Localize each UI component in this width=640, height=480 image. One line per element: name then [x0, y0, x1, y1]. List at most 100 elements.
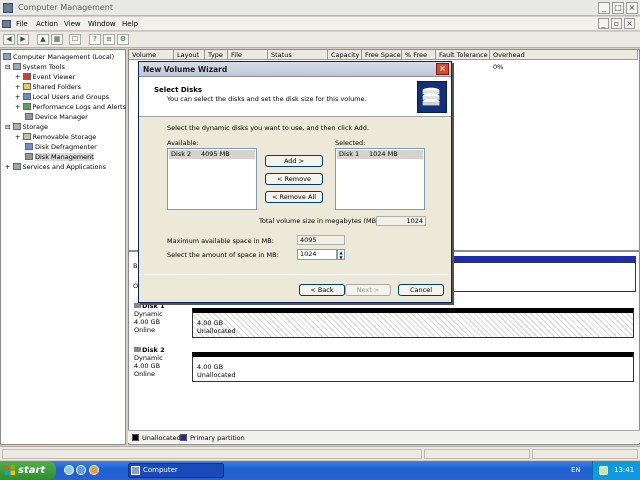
hidden-volume-box[interactable] [452, 262, 636, 292]
shared-folder-icon [22, 83, 31, 90]
disk-stack-icon [417, 81, 447, 113]
close-button[interactable]: × [626, 2, 638, 14]
amount-label: Select the amount of space in MB: [167, 251, 279, 259]
total-size-label: Total volume size in megabytes (MB): [259, 217, 381, 225]
available-label: Available: [167, 139, 199, 147]
tree-item-disk-management[interactable]: Disk Management [25, 153, 94, 161]
tree-item-computer-management[interactable]: Computer Management (Local) [3, 53, 114, 61]
column-header-status[interactable]: Status [268, 50, 328, 60]
menu-action[interactable]: Action [36, 20, 58, 28]
disk-2-status: Online [134, 370, 155, 378]
menu-view[interactable]: View [64, 20, 81, 28]
column-header-file-system[interactable]: File System [228, 50, 268, 69]
disk-2-type: Dynamic [134, 354, 163, 362]
available-disks-list[interactable]: Disk 2 4095 MB [167, 148, 257, 210]
column-header-overhead[interactable]: Overhead [490, 50, 638, 60]
column-header-percent-free[interactable]: % Free [402, 50, 436, 60]
wizard-divider [139, 274, 451, 275]
tree-item-system-tools[interactable]: ⊟ System Tools [5, 63, 65, 71]
selected-disks-list[interactable]: Disk 1 1024 MB [335, 148, 425, 210]
spin-down-icon[interactable]: ▼ [338, 255, 344, 260]
tree-item-shared-folders[interactable]: + Shared Folders [15, 83, 81, 91]
menu-help[interactable]: Help [122, 20, 138, 28]
disk-2-unallocated-partition[interactable]: 4.00 GB Unallocated [192, 352, 634, 382]
remove-button[interactable]: < Remove [265, 173, 323, 185]
disk-2-size: 4.00 GB [134, 362, 161, 370]
console-tree: Computer Management (Local) ⊟ System Too… [0, 49, 126, 445]
taskbar-item-computer-management[interactable]: Computer Management [128, 463, 224, 480]
menu-file[interactable]: File [16, 20, 28, 28]
available-disk-item[interactable]: Disk 2 4095 MB [169, 150, 255, 159]
users-icon [22, 93, 31, 100]
language-indicator[interactable]: EN [571, 466, 581, 474]
available-disk-name: Disk 2 [171, 150, 192, 158]
column-header-type[interactable]: Type [205, 50, 228, 60]
wizard-header-subtitle: You can select the disks and set the dis… [167, 95, 367, 103]
tree-item-event-viewer[interactable]: + Event Viewer [15, 73, 75, 81]
tree-item-storage[interactable]: ⊟ Storage [5, 123, 48, 131]
column-header-volume[interactable]: Volume [129, 50, 174, 60]
wizard-title-bar[interactable]: New Volume Wizard × [139, 62, 451, 77]
column-header-free-space[interactable]: Free Space [362, 50, 402, 60]
menu-window[interactable]: Window [88, 20, 116, 28]
column-header-capacity[interactable]: Capacity [328, 50, 362, 60]
total-size-value: 1024 [376, 216, 426, 226]
properties-icon[interactable]: ☐ [69, 34, 81, 45]
cancel-button[interactable]: Cancel [398, 284, 444, 296]
tree-item-device-manager[interactable]: Device Manager [25, 113, 88, 121]
start-button[interactable]: start [0, 461, 56, 480]
tree-item-removable-storage[interactable]: + Removable Storage [15, 133, 96, 141]
maximize-button[interactable]: □ [612, 2, 624, 14]
settings-icon[interactable]: ⚙ [117, 34, 129, 45]
legend-unallocated-label: Unallocated [142, 434, 181, 442]
forward-arrow-icon[interactable]: ▶ [17, 34, 29, 45]
back-arrow-icon[interactable]: ◀ [3, 34, 15, 45]
up-folder-icon[interactable]: ▲ [37, 34, 49, 45]
disk-1-unallocated-partition[interactable]: 4.00 GB Unallocated [192, 308, 634, 338]
help-icon[interactable]: ? [89, 34, 101, 45]
legend-primary-swatch [180, 434, 187, 441]
wizard-header-title: Select Disks [154, 86, 203, 94]
internet-explorer-icon[interactable] [76, 465, 86, 475]
selected-label: Selected: [335, 139, 366, 147]
next-button[interactable]: Next > [345, 284, 391, 296]
show-desktop-icon[interactable] [64, 465, 74, 475]
tree-item-disk-defragmenter[interactable]: Disk Defragmenter [25, 143, 97, 151]
child-minimize-button[interactable]: _ [598, 18, 609, 29]
legend-unallocated-swatch [132, 434, 139, 441]
disk-2-name: Disk 2 [134, 346, 165, 354]
amount-spinner[interactable]: ▲ ▼ [337, 249, 345, 260]
partition-status: Unallocated [197, 327, 236, 335]
child-close-button[interactable]: × [624, 18, 635, 29]
export-list-icon[interactable]: ≡ [103, 34, 115, 45]
partition-size: 4.00 GB [197, 363, 224, 371]
child-restore-button[interactable]: ▫ [611, 18, 622, 29]
tree-item-local-users[interactable]: + Local Users and Groups [15, 93, 109, 101]
tree-item-services-applications[interactable]: + Services and Applications [5, 163, 106, 171]
windows-flag-icon [5, 465, 15, 475]
network-icon[interactable] [599, 466, 608, 475]
menu-bar: File Action View Window Help _ ▫ × [0, 17, 640, 31]
add-button[interactable]: Add > [265, 155, 323, 167]
media-player-icon[interactable] [89, 465, 99, 475]
defragmenter-icon [25, 143, 33, 150]
computer-icon [3, 53, 11, 60]
disk-2-info: Disk 2 Dynamic 4.00 GB Online [134, 346, 165, 378]
disk-1-name: Disk 1 [134, 302, 165, 310]
remove-all-button[interactable]: < Remove All [265, 191, 323, 203]
selected-disk-item[interactable]: Disk 1 1024 MB [337, 150, 423, 159]
wizard-close-button[interactable]: × [436, 63, 449, 75]
clock: 13:41 [614, 466, 635, 474]
amount-input[interactable]: 1024 [297, 249, 337, 260]
wizard-title: New Volume Wizard [143, 65, 228, 74]
show-hide-tree-icon[interactable]: ▦ [51, 34, 63, 45]
minimize-button[interactable]: _ [598, 2, 610, 14]
device-manager-icon [25, 113, 33, 120]
column-header-fault-tolerance[interactable]: Fault Tolerance [436, 50, 490, 60]
removable-storage-icon [22, 133, 31, 140]
back-button[interactable]: < Back [299, 284, 345, 296]
system-menu-icon[interactable] [2, 20, 11, 28]
max-space-label: Maximum available space in MB: [167, 237, 274, 245]
tree-item-performance-logs[interactable]: + Performance Logs and Alerts [15, 103, 126, 111]
column-header-layout[interactable]: Layout [174, 50, 205, 60]
